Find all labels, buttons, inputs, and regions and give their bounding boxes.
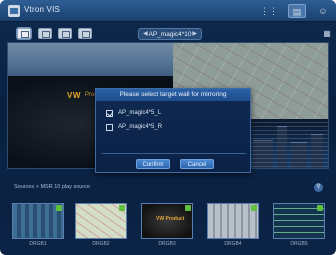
sources-breadcrumb: Sources > MSR 10 play source bbox=[14, 184, 90, 190]
app-title: Vtron VIS bbox=[24, 5, 61, 14]
confirm-button[interactable]: Confirm bbox=[136, 159, 170, 169]
vw-watermark: VW bbox=[67, 91, 81, 100]
status-ok-icon bbox=[185, 205, 191, 211]
status-ok-icon bbox=[56, 205, 62, 211]
status-ok-icon bbox=[317, 205, 323, 211]
grid-view-icon[interactable]: ⋮⋮ bbox=[260, 4, 278, 18]
wall-name: AP_magic4*10 bbox=[148, 31, 192, 38]
vtron-logo-icon bbox=[8, 5, 20, 17]
next-wall-icon[interactable]: ▶ bbox=[192, 29, 197, 40]
cancel-button[interactable]: Cancel bbox=[180, 159, 214, 169]
search-icon[interactable]: ⚲ bbox=[314, 183, 323, 192]
layout-mode-icon[interactable] bbox=[17, 28, 31, 39]
dialog-divider bbox=[102, 153, 246, 154]
source-thumb-text: VW Product bbox=[156, 216, 185, 222]
source-thumb-1[interactable] bbox=[12, 203, 64, 239]
source-thumb-2[interactable] bbox=[75, 203, 127, 239]
source-caption: DRGB1 bbox=[29, 241, 47, 247]
camera-icon[interactable] bbox=[58, 28, 72, 39]
wall-grid-icon[interactable]: ▦ bbox=[322, 29, 332, 38]
checkbox-checked-icon[interactable] bbox=[106, 110, 113, 117]
source-caption: DRGB4 bbox=[224, 241, 242, 247]
source-thumb-3[interactable]: VW Product bbox=[141, 203, 193, 239]
source-caption: DRGB2 bbox=[92, 241, 110, 247]
status-ok-icon bbox=[119, 205, 125, 211]
wall-option-label: AP_magic4*5_R bbox=[118, 124, 163, 130]
checkbox-unchecked-icon[interactable] bbox=[106, 124, 113, 131]
layout-icon[interactable]: ▤ bbox=[288, 4, 306, 18]
settings-icon[interactable] bbox=[78, 28, 92, 39]
prev-wall-icon[interactable]: ◀ bbox=[143, 29, 148, 40]
monitor-icon[interactable] bbox=[38, 28, 52, 39]
mirror-dialog: Please select target wall for mirroring … bbox=[95, 88, 251, 173]
app-window: Vtron VIS ⋮⋮ ▤ ☺ ◀ AP_magic4*10 ▶ ▦ VW P… bbox=[0, 0, 336, 255]
source-caption: DRGB5 bbox=[290, 241, 308, 247]
wall-selector[interactable]: ◀ AP_magic4*10 ▶ bbox=[138, 28, 202, 40]
wall-option-label: AP_magic4*5_L bbox=[118, 110, 162, 116]
status-ok-icon bbox=[251, 205, 257, 211]
source-caption: DRGB3 bbox=[158, 241, 176, 247]
source-thumb-4[interactable] bbox=[207, 203, 259, 239]
user-icon[interactable]: ☺ bbox=[314, 4, 332, 18]
dialog-title: Please select target wall for mirroring bbox=[96, 89, 250, 101]
source-thumb-5[interactable] bbox=[273, 203, 325, 239]
title-bar: Vtron VIS ⋮⋮ ▤ ☺ bbox=[0, 0, 336, 22]
